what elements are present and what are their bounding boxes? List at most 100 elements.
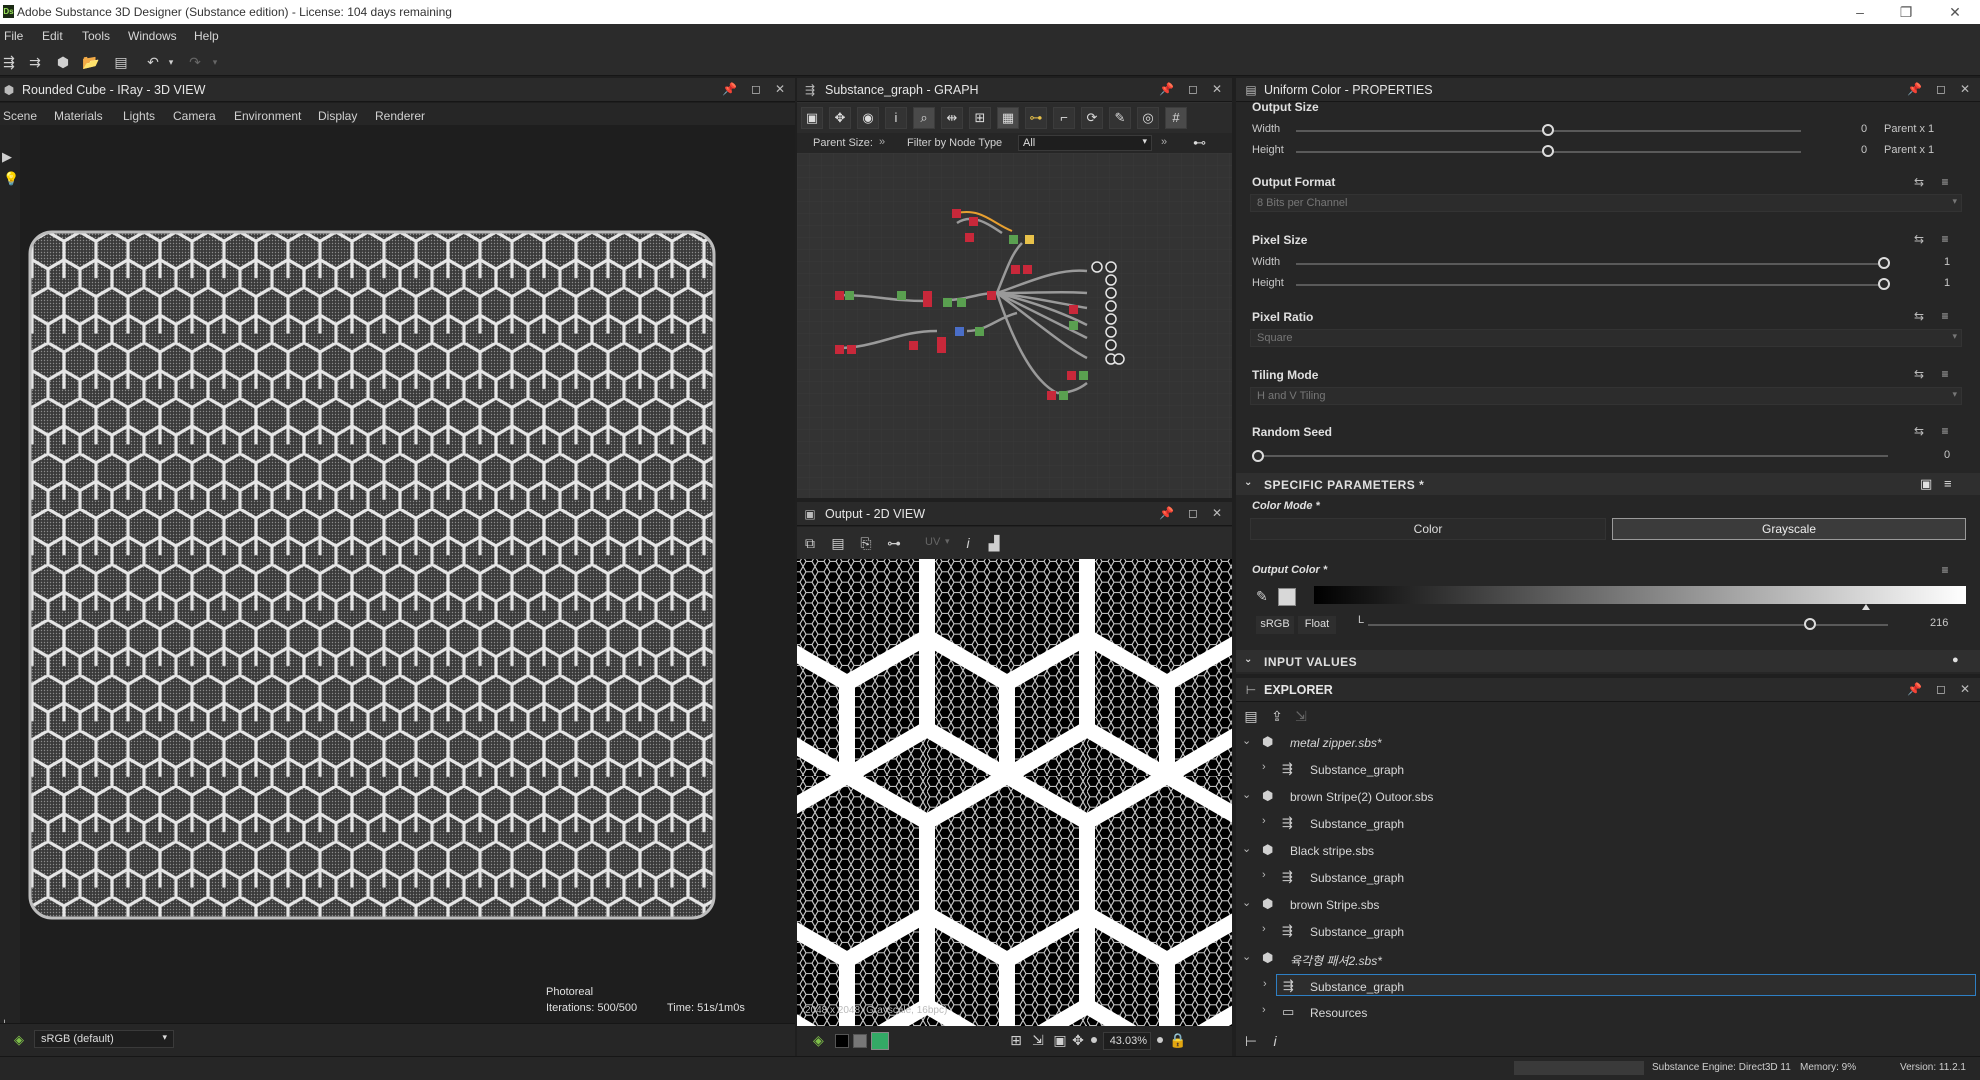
- tab-display[interactable]: Display: [318, 109, 357, 123]
- mip-icon[interactable]: ⇲: [1029, 1031, 1047, 1049]
- color-swatch[interactable]: [1278, 588, 1296, 606]
- background-black-icon[interactable]: [835, 1034, 849, 1048]
- tree-row-graph[interactable]: › ⇶ Substance_graph: [1236, 758, 1980, 780]
- tree-row-graph[interactable]: › ⇶ Substance_graph: [1236, 866, 1980, 888]
- maximize-icon[interactable]: ◻: [1186, 506, 1200, 520]
- specific-parameters-header[interactable]: ⌄ SPECIFIC PARAMETERS * ▣ ≡: [1236, 473, 1980, 495]
- info-icon[interactable]: i: [1266, 1032, 1284, 1050]
- tree-row-package[interactable]: ⌄ ⬢ 육각형 패셔2.sbs*: [1236, 947, 1980, 969]
- inheritance-icon[interactable]: ⇆: [1912, 367, 1926, 381]
- tiling-mode-select[interactable]: H and V Tiling ▾: [1250, 387, 1962, 405]
- tree-row-graph-selected[interactable]: › ⇶ Substance_graph: [1263, 974, 1976, 996]
- random-seed-track[interactable]: [1260, 455, 1888, 457]
- chevron-down-icon[interactable]: ⌄: [1242, 950, 1251, 963]
- publish-icon[interactable]: ⇪: [1268, 707, 1286, 725]
- screenshot-icon[interactable]: ◉: [857, 107, 879, 129]
- copy-image-icon[interactable]: ⧉: [801, 534, 819, 552]
- chevron-down-icon[interactable]: ▾: [945, 536, 950, 547]
- color-mode-grayscale-button[interactable]: Grayscale: [1612, 518, 1966, 540]
- gradient-marker-icon[interactable]: [1862, 604, 1870, 610]
- settings-dot-icon[interactable]: ●: [1952, 654, 1959, 666]
- menu-tools[interactable]: Tools: [82, 29, 110, 43]
- chevron-down-icon[interactable]: ⌄: [1242, 842, 1251, 855]
- maximize-icon[interactable]: ◻: [749, 82, 763, 96]
- grid-snap-icon[interactable]: #: [1165, 107, 1187, 129]
- close-panel-icon[interactable]: ✕: [1958, 82, 1972, 96]
- target-icon[interactable]: ◎: [1137, 107, 1159, 129]
- chevron-right-icon[interactable]: ›: [1262, 761, 1266, 773]
- save-icon[interactable]: ▤: [1242, 707, 1260, 725]
- tree-row-package[interactable]: ⌄ ⬢ brown Stripe.sbs: [1236, 893, 1980, 915]
- lock-icon[interactable]: 🔒: [1169, 1031, 1187, 1049]
- tab-camera[interactable]: Camera: [173, 109, 216, 123]
- menu-lines-icon[interactable]: ≡: [1938, 175, 1952, 189]
- refresh-icon[interactable]: ⟳: [1081, 107, 1103, 129]
- eyedropper-icon[interactable]: ✎: [1256, 588, 1268, 605]
- distribute-icon[interactable]: ⊞: [969, 107, 991, 129]
- channels-icon[interactable]: ◈: [813, 1032, 824, 1049]
- histogram-icon[interactable]: ▟: [985, 534, 1003, 552]
- input-values-header[interactable]: ⌄ INPUT VALUES ●: [1236, 650, 1980, 672]
- info-icon[interactable]: i: [959, 534, 977, 552]
- undo-icon[interactable]: ↶: [144, 53, 162, 71]
- redo-icon[interactable]: ↷: [186, 53, 204, 71]
- info-icon[interactable]: i: [885, 107, 907, 129]
- output-height-value[interactable]: 0: [1861, 144, 1867, 156]
- zoom-field[interactable]: 43.03%: [1103, 1032, 1151, 1050]
- inheritance-icon[interactable]: ⇆: [1912, 232, 1926, 246]
- close-panel-icon[interactable]: ✕: [1958, 682, 1972, 696]
- luminance-gradient[interactable]: [1314, 586, 1966, 604]
- tab-scene[interactable]: Scene: [3, 109, 37, 123]
- tree-row-package[interactable]: ⌄ ⬢ Black stripe.sbs: [1236, 839, 1980, 861]
- search-icon[interactable]: ⌕: [913, 107, 935, 129]
- tab-renderer[interactable]: Renderer: [375, 109, 425, 123]
- color-mode-color-button[interactable]: Color: [1250, 518, 1606, 540]
- inheritance-icon[interactable]: ⇆: [1912, 309, 1926, 323]
- align-icon[interactable]: ⇹: [941, 107, 963, 129]
- chevron-right-icon[interactable]: ›: [1262, 1004, 1266, 1016]
- tree-row-folder[interactable]: › ▭ Resources: [1236, 1001, 1980, 1023]
- menu-lines-icon[interactable]: ≡: [1938, 309, 1952, 323]
- rendered-cube[interactable]: [28, 230, 716, 920]
- restore-icon[interactable]: ❐: [1896, 2, 1916, 22]
- hierarchy-icon[interactable]: ⊢: [1242, 1032, 1260, 1050]
- fit-icon[interactable]: ▣: [1051, 1031, 1069, 1049]
- inheritance-icon[interactable]: ⇆: [1912, 424, 1926, 438]
- frame-selected-icon[interactable]: ✥: [829, 107, 851, 129]
- output-width-relative[interactable]: Parent x 1: [1884, 123, 1934, 135]
- save-icon[interactable]: ▤: [112, 53, 130, 71]
- tree-row-package[interactable]: ⌄ ⬢ metal zipper.sbs*: [1236, 731, 1980, 753]
- light-icon[interactable]: 💡: [3, 171, 19, 187]
- save-image-icon[interactable]: ▤: [829, 534, 847, 552]
- reload-icon[interactable]: ⇲: [1292, 707, 1310, 725]
- pixel-ratio-select[interactable]: Square ▾: [1250, 329, 1962, 347]
- chevron-right-icon[interactable]: ›: [1262, 869, 1266, 881]
- connector-icon[interactable]: ⌐: [1053, 107, 1075, 129]
- menu-help[interactable]: Help: [194, 29, 219, 43]
- pixel-height-slider[interactable]: [1878, 278, 1890, 290]
- graph-canvas[interactable]: [797, 153, 1232, 498]
- preset-icon[interactable]: ▣: [1920, 476, 1933, 492]
- menu-lines-icon[interactable]: ≡: [1938, 232, 1952, 246]
- background-gray-icon[interactable]: [853, 1034, 867, 1048]
- menu-lines-icon[interactable]: ≡: [1944, 476, 1952, 491]
- camera-icon[interactable]: ▶: [2, 149, 12, 165]
- output-width-slider[interactable]: [1542, 124, 1554, 136]
- menu-edit[interactable]: Edit: [42, 29, 63, 43]
- tree-row-package[interactable]: ⌄ ⬢ brown Stripe(2) Outoor.sbs: [1236, 785, 1980, 807]
- chevron-right-icon[interactable]: ›: [1263, 978, 1267, 990]
- texture-preview[interactable]: 2048 x 2048 (Grayscale, 16bpc): [797, 559, 1232, 1026]
- luminance-value[interactable]: 216: [1930, 617, 1948, 629]
- share-icon[interactable]: ⊶: [885, 534, 903, 552]
- expand-icon[interactable]: »: [1161, 136, 1167, 148]
- output-height-relative[interactable]: Parent x 1: [1884, 144, 1934, 156]
- pixel-height-track[interactable]: [1296, 284, 1886, 286]
- pixel-height-value[interactable]: 1: [1944, 277, 1950, 289]
- tab-lights[interactable]: Lights: [123, 109, 155, 123]
- format-toggle[interactable]: Float: [1298, 616, 1336, 634]
- pin-icon[interactable]: 📌: [1159, 506, 1174, 520]
- move-icon[interactable]: ✥: [1069, 1031, 1087, 1049]
- new-package-icon[interactable]: ⬢: [54, 53, 72, 71]
- pixel-width-slider[interactable]: [1878, 257, 1890, 269]
- pixel-width-track[interactable]: [1296, 263, 1886, 265]
